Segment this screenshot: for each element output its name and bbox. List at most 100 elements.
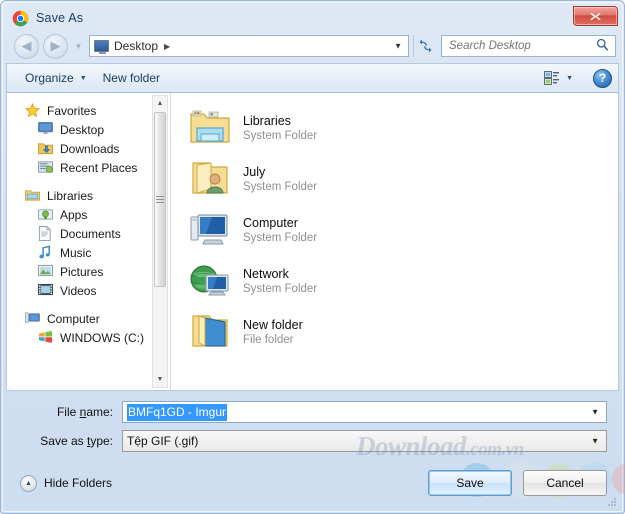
list-item-text: July System Folder (243, 164, 317, 195)
sidebar-scrollbar[interactable]: ▲ ▼ (152, 95, 168, 388)
scroll-down-button[interactable]: ▼ (153, 372, 167, 387)
sidebar-label: Computer (47, 312, 100, 326)
chrome-logo-icon (12, 10, 29, 27)
refresh-icon (418, 39, 433, 53)
sidebar-label: Documents (60, 227, 121, 241)
sidebar-item-recent-places[interactable]: Recent Places (7, 158, 170, 177)
filename-label: File name: (18, 405, 122, 419)
list-item[interactable]: Network System Folder (189, 256, 618, 307)
chevron-down-icon[interactable]: ▼ (591, 408, 599, 417)
filename-row: File name: BMFq1GD - Imgur ▼ (18, 400, 607, 424)
file-name: New folder (243, 317, 303, 333)
window-title: Save As (36, 11, 83, 25)
file-type: System Folder (243, 180, 317, 195)
filename-input[interactable]: BMFq1GD - Imgur ▼ (122, 401, 607, 423)
list-item[interactable]: New folder File folder (189, 307, 618, 358)
apps-library-icon (38, 207, 54, 222)
help-label: ? (599, 71, 606, 85)
title-bar: Save As (6, 5, 619, 31)
hide-folders-button[interactable]: ▲ Hide Folders (20, 475, 112, 492)
sidebar-label: Favorites (47, 104, 96, 118)
list-item[interactable]: Libraries System Folder (189, 103, 618, 154)
sidebar-item-pictures[interactable]: Pictures (7, 262, 170, 281)
organize-button[interactable]: Organize ▼ (17, 68, 95, 88)
view-layout-icon (544, 71, 560, 85)
back-button[interactable]: ◀ (14, 34, 39, 59)
sidebar-item-libraries[interactable]: Libraries (7, 186, 170, 205)
breadcrumb-desktop[interactable]: Desktop (114, 39, 158, 53)
sidebar-label: Recent Places (60, 161, 137, 175)
file-name: Computer (243, 215, 317, 231)
organize-label: Organize (25, 71, 74, 85)
star-icon (25, 103, 41, 118)
open-folder-icon (189, 312, 231, 354)
nav-group-favorites: Favorites Desktop (7, 101, 170, 177)
sidebar-item-music[interactable]: Music (7, 243, 170, 262)
scrollbar-thumb[interactable] (154, 112, 166, 287)
list-item-text: New folder File folder (243, 317, 303, 348)
monitor-icon (94, 40, 109, 52)
grip-icon (156, 194, 164, 205)
computer-icon (25, 311, 41, 326)
file-type: System Folder (243, 129, 317, 144)
help-button[interactable]: ? (593, 69, 612, 88)
videos-library-icon (38, 283, 54, 298)
music-library-icon (38, 245, 54, 260)
scroll-up-button[interactable]: ▲ (153, 96, 167, 111)
file-name: Libraries (243, 113, 317, 129)
list-item[interactable]: Computer System Folder (189, 205, 618, 256)
file-name: July (243, 164, 317, 180)
search-input[interactable] (449, 40, 611, 52)
filetype-select[interactable]: Tệp GIF (.gif) ▼ (122, 430, 607, 452)
sidebar-item-documents[interactable]: Documents (7, 224, 170, 243)
filename-value[interactable]: BMFq1GD - Imgur (127, 404, 227, 421)
filetype-row: Save as type: Tệp GIF (.gif) ▼ (18, 429, 607, 453)
close-button[interactable] (573, 6, 618, 26)
sidebar-label: Downloads (60, 142, 119, 156)
command-toolbar: Organize ▼ New folder ▼ (6, 63, 619, 93)
sidebar-item-videos[interactable]: Videos (7, 281, 170, 300)
file-list: Libraries System Folder July System Fold… (170, 93, 618, 390)
recent-locations-button[interactable]: ▼ (72, 42, 85, 51)
sidebar-item-downloads[interactable]: Downloads (7, 139, 170, 158)
chevron-down-icon: ▼ (566, 75, 573, 82)
sidebar-item-computer[interactable]: Computer (7, 309, 170, 328)
chevron-down-icon: ▼ (80, 75, 87, 82)
view-options-button[interactable]: ▼ (536, 68, 581, 88)
search-box[interactable] (441, 35, 616, 57)
sidebar-item-apps[interactable]: Apps (7, 205, 170, 224)
libraries-folder-icon (189, 108, 231, 150)
breadcrumb-separator[interactable]: ▶ (164, 42, 170, 51)
resize-grip[interactable] (606, 496, 617, 507)
downloads-folder-icon (38, 141, 54, 156)
filetype-value: Tệp GIF (.gif) (127, 434, 198, 448)
windows-drive-icon (38, 330, 54, 345)
sidebar-item-windows-c[interactable]: WINDOWS (C:) (7, 328, 170, 347)
pictures-library-icon (38, 264, 54, 279)
close-icon (590, 12, 601, 21)
address-dropdown-icon[interactable]: ▼ (394, 42, 402, 51)
chevron-down-icon: ▼ (75, 42, 83, 51)
cancel-button[interactable]: Cancel (523, 470, 607, 496)
nav-group-computer: Computer WINDOWS (C:) (7, 309, 170, 347)
refresh-button[interactable] (413, 35, 437, 57)
list-item-text: Libraries System Folder (243, 113, 317, 144)
monitor-icon (38, 122, 54, 137)
computer-desktop-icon (189, 210, 231, 252)
new-folder-label: New folder (103, 71, 160, 85)
forward-button[interactable]: ▶ (43, 34, 68, 59)
save-button[interactable]: Save (428, 470, 512, 496)
file-type: System Folder (243, 231, 317, 246)
sidebar-item-favorites[interactable]: Favorites (7, 101, 170, 120)
sidebar-label: WINDOWS (C:) (60, 331, 144, 345)
hide-folders-label: Hide Folders (44, 476, 112, 490)
network-globe-icon (189, 261, 231, 303)
search-icon (596, 38, 609, 54)
chevron-down-icon[interactable]: ▼ (591, 437, 599, 446)
new-folder-button[interactable]: New folder (95, 68, 168, 88)
list-item[interactable]: July System Folder (189, 154, 618, 205)
list-item-text: Computer System Folder (243, 215, 317, 246)
address-bar[interactable]: Desktop ▶ ▼ (89, 35, 409, 57)
sidebar-item-desktop[interactable]: Desktop (7, 120, 170, 139)
list-item-text: Network System Folder (243, 266, 317, 297)
